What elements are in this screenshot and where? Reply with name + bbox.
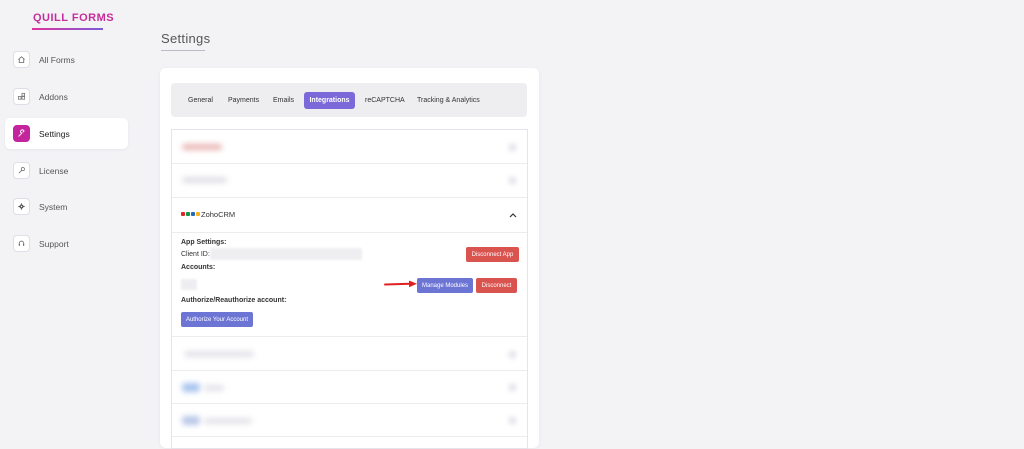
gear-icon [13,198,30,215]
brand-logo[interactable]: QUILL FORMS [33,12,114,24]
zohocrm-header[interactable]: ZohoCRM [172,197,527,233]
integration-row[interactable] [172,336,527,371]
integrations-panel: ZohoCRM App Settings: Client ID: Disconn… [171,129,528,449]
sidebar-item-label: All Forms [39,54,75,65]
disconnect-app-button[interactable]: Disconnect App [466,247,519,262]
authorize-account-button[interactable]: Authorize Your Account [181,312,253,327]
settings-card: General Payments Emails Integrations reC… [160,68,539,449]
tab-emails[interactable]: Emails [268,92,299,109]
blurred-integration-name [204,418,252,424]
sidebar-item-label: System [39,201,68,212]
page-title: Settings [161,31,211,46]
tab-general[interactable]: General [183,92,218,109]
support-icon [13,235,30,252]
key-icon [13,162,30,179]
chevron-down-icon [508,143,517,152]
client-id-label: Client ID: [181,251,210,258]
sidebar: QUILL FORMS All Forms Addons Settings Li… [0,0,135,441]
home-icon [13,51,30,68]
account-name [181,279,197,290]
blurred-integration-name [182,177,227,183]
sidebar-item-label: License [39,165,69,176]
chevron-up-icon[interactable] [509,210,517,220]
blurred-integration-name [182,144,222,150]
integration-row[interactable] [172,371,527,404]
blurred-integration-name [184,351,254,357]
tab-tracking-analytics[interactable]: Tracking & Analytics [412,92,485,109]
tab-bar: General Payments Emails Integrations reC… [171,83,527,117]
tab-recaptcha[interactable]: reCAPTCHA [360,92,410,109]
tab-payments[interactable]: Payments [223,92,264,109]
sidebar-item-addons[interactable]: Addons [5,81,128,112]
wrench-icon [13,125,30,142]
sidebar-item-support[interactable]: Support [5,228,128,259]
logo-underline [32,28,103,30]
integration-title: ZohoCRM [201,210,236,219]
zoho-logo-icon [181,212,200,216]
accounts-label: Accounts: [181,264,216,271]
sidebar-item-system[interactable]: System [5,191,128,222]
sidebar-item-label: Settings [39,128,70,139]
authorize-heading: Authorize/Reauthorize account: [181,297,287,304]
integration-row[interactable] [172,130,527,164]
app-settings-label: App Settings: [181,239,227,246]
manage-modules-button[interactable]: Manage Modules [417,278,473,293]
chevron-down-icon [508,176,517,185]
integration-row[interactable] [172,404,527,437]
chevron-down-icon [508,416,517,425]
chevron-down-icon [508,383,517,392]
addons-icon [13,88,30,105]
disconnect-button[interactable]: Disconnect [476,278,517,293]
sidebar-item-label: Addons [39,91,68,102]
blurred-integration-logo [182,416,200,425]
blurred-integration-logo [182,383,200,392]
blurred-integration-name [204,385,224,391]
red-arrow-icon [384,280,417,288]
title-underline [161,50,205,51]
chevron-down-icon [508,350,517,359]
tab-integrations[interactable]: Integrations [304,92,355,109]
client-id-value [210,248,362,260]
sidebar-item-settings[interactable]: Settings [5,118,128,149]
integration-row[interactable] [172,164,527,197]
sidebar-item-all-forms[interactable]: All Forms [5,44,128,75]
sidebar-item-label: Support [39,238,69,249]
sidebar-item-license[interactable]: License [5,155,128,186]
